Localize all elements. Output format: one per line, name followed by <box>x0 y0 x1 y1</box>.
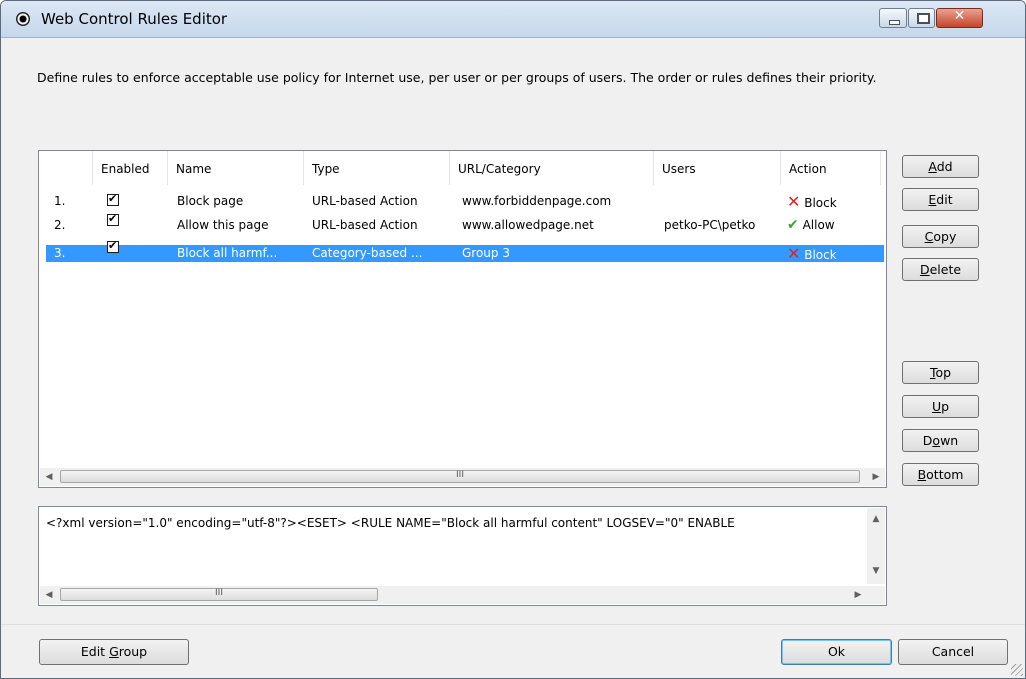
table-row[interactable]: 1. Block page URL-based Action www.forbi… <box>46 192 884 210</box>
column-header-url[interactable]: URL/Category <box>450 151 654 185</box>
scrollbar-grip-icon: III <box>215 588 223 598</box>
move-bottom-button[interactable]: Bottom <box>902 463 979 486</box>
column-header-action[interactable]: Action <box>781 151 881 185</box>
xml-preview-text: <?xml version="1.0" encoding="utf-8"?><E… <box>46 516 735 530</box>
rule-action: ✕ Block <box>787 193 847 210</box>
description-text: Define rules to enforce acceptable use p… <box>37 70 877 85</box>
delete-button-label-post: elete <box>929 262 962 277</box>
add-button[interactable]: Add <box>902 155 979 178</box>
edit-button-label-post: dit <box>936 192 953 207</box>
maximize-icon <box>917 13 930 24</box>
rule-number: 1. <box>54 194 66 208</box>
move-down-button[interactable]: Down <box>902 429 979 452</box>
add-button-label-post: dd <box>936 159 953 174</box>
table-row-selected[interactable]: 3. Block all harmf... Category-based ...… <box>46 239 884 262</box>
scroll-left-arrow-icon[interactable]: ◀ <box>40 468 58 486</box>
edit-group-label-post: roup <box>118 644 148 659</box>
delete-button[interactable]: Delete <box>902 258 979 281</box>
move-up-button[interactable]: Up <box>902 395 979 418</box>
minimize-button[interactable] <box>879 8 907 28</box>
scroll-left-arrow-icon[interactable]: ◀ <box>40 586 58 604</box>
edit-group-button[interactable]: Edit Group <box>39 639 189 665</box>
close-button[interactable]: ✕ <box>936 8 983 28</box>
allow-check-icon: ✔ <box>787 217 799 233</box>
table-row[interactable]: 2. Allow this page URL-based Action www.… <box>46 212 884 234</box>
rules-list[interactable]: Enabled Name Type URL/Category Users Act… <box>38 150 887 488</box>
rule-url: www.forbiddenpage.com <box>462 194 612 208</box>
ok-button[interactable]: Ok <box>781 639 892 665</box>
down-button-accesskey: o <box>932 433 941 448</box>
delete-button-accesskey: D <box>919 262 930 277</box>
scroll-up-arrow-icon[interactable]: ▲ <box>867 510 885 528</box>
move-top-button[interactable]: Top <box>902 361 979 384</box>
rule-type: Category-based ... <box>312 246 423 260</box>
close-icon: ✕ <box>953 8 966 24</box>
rule-action-label: Block <box>804 196 837 210</box>
xml-preview-hscrollbar[interactable]: ◀ III ▶ <box>40 586 885 604</box>
enabled-checkbox[interactable] <box>107 212 119 226</box>
edit-group-label-pre: Edit <box>80 644 110 659</box>
rules-editor-window: Web Control Rules Editor ✕ Define rules … <box>0 0 1026 679</box>
up-button-label-post: p <box>941 399 950 414</box>
bottom-button-accesskey: B <box>917 467 927 482</box>
cancel-button[interactable]: Cancel <box>898 639 1008 665</box>
scrollbar-thumb[interactable]: III <box>60 470 860 483</box>
block-x-icon: ✕ <box>787 193 801 210</box>
rule-number: 3. <box>54 246 66 260</box>
rule-url: www.allowedpage.net <box>462 218 594 232</box>
rule-url: Group 3 <box>462 246 510 260</box>
title-bar[interactable]: Web Control Rules Editor ✕ <box>1 1 1025 38</box>
copy-button-label-post: opy <box>933 229 957 244</box>
edit-group-accesskey: G <box>109 644 119 659</box>
app-icon <box>16 12 30 26</box>
xml-preview-vscrollbar[interactable]: ▲ ▼ <box>867 508 885 584</box>
rule-type: URL-based Action <box>312 194 418 208</box>
rule-name: Allow this page <box>177 218 269 232</box>
top-button-label-post: op <box>935 365 952 380</box>
rule-type: URL-based Action <box>312 218 418 232</box>
down-button-label-post: wn <box>940 433 959 448</box>
rule-action: ✕ Block <box>787 245 847 262</box>
scroll-down-arrow-icon[interactable]: ▼ <box>867 562 885 580</box>
rule-action: ✔ Allow <box>787 217 847 234</box>
rule-action-label: Block <box>804 248 837 262</box>
enabled-checkbox[interactable] <box>107 192 119 206</box>
scroll-right-arrow-icon[interactable]: ▶ <box>867 468 885 486</box>
rule-number: 2. <box>54 218 66 232</box>
enabled-checkbox[interactable] <box>107 239 119 253</box>
up-button-accesskey: U <box>931 399 942 414</box>
scrollbar-grip-icon: III <box>456 470 464 480</box>
scroll-right-arrow-icon[interactable]: ▶ <box>849 586 867 604</box>
copy-button[interactable]: Copy <box>902 225 979 248</box>
rule-action-label: Allow <box>802 218 835 232</box>
rules-list-hscrollbar[interactable]: ◀ III ▶ <box>40 468 885 486</box>
scrollbar-thumb[interactable]: III <box>60 588 378 601</box>
rule-name: Block page <box>177 194 244 208</box>
column-header-type[interactable]: Type <box>304 151 450 185</box>
rule-users <box>664 193 780 210</box>
column-header-number[interactable] <box>39 151 93 185</box>
add-button-accesskey: A <box>928 159 937 174</box>
rule-users <box>664 245 780 262</box>
rules-list-header: Enabled Name Type URL/Category Users Act… <box>39 151 886 185</box>
column-header-users[interactable]: Users <box>654 151 781 185</box>
rule-name: Block all harmf... <box>177 246 278 260</box>
bottom-button-label-post: ottom <box>926 467 964 482</box>
maximize-button[interactable] <box>908 8 935 28</box>
down-button-label-pre: D <box>922 433 933 448</box>
resize-grip-icon[interactable] <box>1011 664 1023 676</box>
column-header-name[interactable]: Name <box>168 151 304 185</box>
block-x-icon: ✕ <box>787 245 801 262</box>
minimize-icon <box>889 20 900 25</box>
rule-users: petko-PC\petko <box>664 218 756 232</box>
xml-preview-box[interactable]: <?xml version="1.0" encoding="utf-8"?><E… <box>38 506 887 606</box>
column-header-enabled[interactable]: Enabled <box>93 151 168 185</box>
window-title: Web Control Rules Editor <box>41 10 228 28</box>
edit-button[interactable]: Edit <box>902 188 979 211</box>
